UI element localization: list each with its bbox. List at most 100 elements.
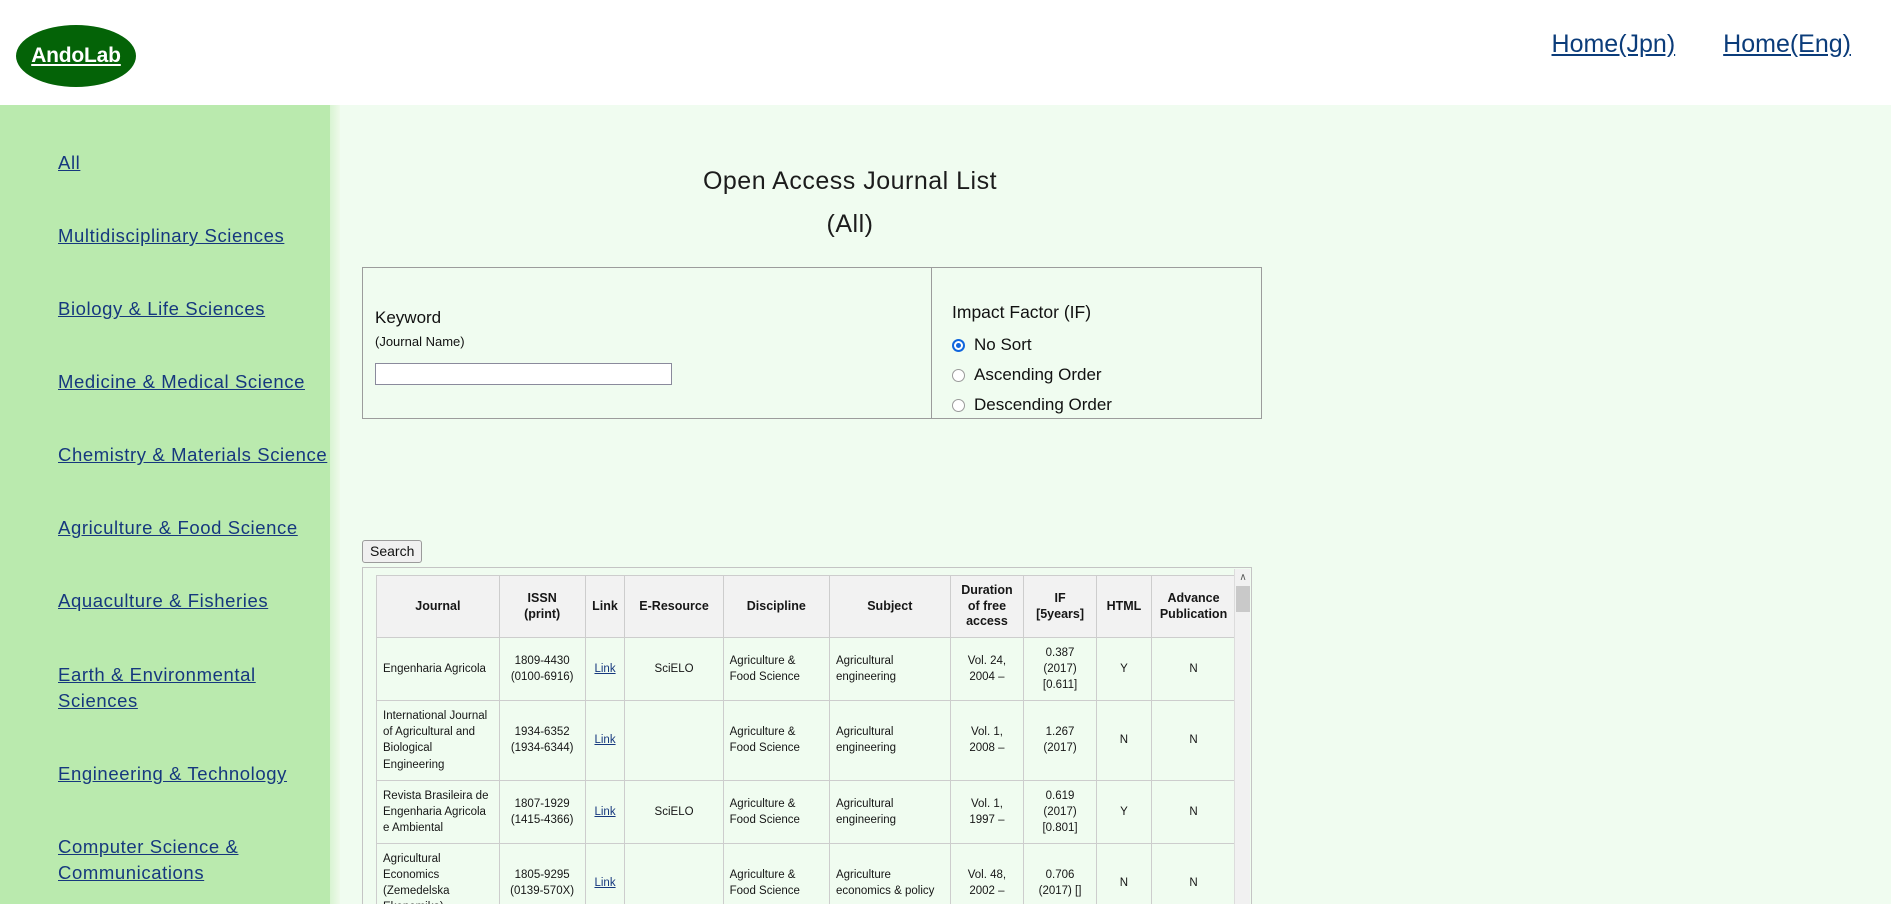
impact-factor-label: Impact Factor (IF) [952,302,1261,323]
column-header-if: IF [5years] [1024,576,1097,638]
sidebar-item-computer-science-communications[interactable]: Computer Science & Communications [58,834,340,886]
cell-journal: Engenharia Agricola [377,638,500,701]
sidebar-link-all[interactable]: All [58,152,80,173]
header-nav: Home(Jpn) Home(Eng) [1552,30,1851,59]
sidebar-item-engineering-technology[interactable]: Engineering & Technology [58,761,340,787]
cell-html: Y [1096,780,1151,843]
category-sidebar: All Multidisciplinary Sciences Biology &… [0,105,340,904]
cell-eresource [625,701,723,780]
cell-html: N [1096,701,1151,780]
header-link-home-eng[interactable]: Home(Eng) [1723,30,1851,59]
page-root: AndoLab Home(Jpn) Home(Eng) All Multidis… [0,0,1891,904]
cell-html: Y [1096,638,1151,701]
cell-link[interactable]: Link [585,843,625,904]
sort-option-descending[interactable]: Descending Order [952,392,1261,418]
journal-link[interactable]: Link [594,806,615,818]
column-header-journal: Journal [377,576,500,638]
column-header-if-line2: [5years] [1036,607,1084,621]
sidebar-item-all[interactable]: All [58,150,340,176]
sidebar-link-earth-environmental-sciences[interactable]: Earth & Environmental Sciences [58,664,256,711]
cell-journal: Revista Brasileira de Engenharia Agricol… [377,780,500,843]
cell-advance-publication: N [1152,843,1236,904]
sort-option-no-sort-label: No Sort [974,335,1032,355]
cell-if: 0.706(2017) [] [1024,843,1097,904]
cell-subject: Agriculturalengineering [829,701,950,780]
cell-if: 0.387(2017)[0.611] [1024,638,1097,701]
cell-link[interactable]: Link [585,701,625,780]
radio-no-sort[interactable] [952,339,965,352]
cell-eresource [625,843,723,904]
sidebar-link-aquaculture-fisheries[interactable]: Aquaculture & Fisheries [58,590,268,611]
column-header-html: HTML [1096,576,1151,638]
table-row: Agricultural Economics (Zemedelska Ekono… [377,843,1236,904]
table-vertical-scrollbar[interactable]: ∧ ∨ [1234,569,1250,904]
cell-eresource: SciELO [625,780,723,843]
sidebar-link-medicine-medical-science[interactable]: Medicine & Medical Science [58,371,305,392]
column-header-advance-line1: Advance [1167,591,1219,605]
keyword-input[interactable] [375,363,672,385]
radio-ascending-order[interactable] [952,369,965,382]
cell-link[interactable]: Link [585,638,625,701]
cell-discipline: Agriculture &Food Science [723,780,829,843]
sidebar-link-agriculture-food-science[interactable]: Agriculture & Food Science [58,517,298,538]
andolab-logo[interactable]: AndoLab [16,25,136,87]
column-header-subject: Subject [829,576,950,638]
cell-discipline: Agriculture &Food Science [723,843,829,904]
sidebar-item-biology-life-sciences[interactable]: Biology & Life Sciences [58,296,340,322]
cell-advance-publication: N [1152,780,1236,843]
cell-discipline: Agriculture &Food Science [723,638,829,701]
sidebar-item-medicine-medical-science[interactable]: Medicine & Medical Science [58,369,340,395]
column-header-eresource: E-Resource [625,576,723,638]
cell-eresource: SciELO [625,638,723,701]
journal-link[interactable]: Link [594,877,615,889]
radio-descending-order[interactable] [952,399,965,412]
journal-table-body: Engenharia Agricola1809-4430(0100-6916)L… [377,638,1236,904]
keyword-section: Keyword (Journal Name) [363,268,932,418]
cell-link[interactable]: Link [585,780,625,843]
sidebar-item-chemistry-materials-science[interactable]: Chemistry & Materials Science [58,442,340,468]
sidebar-link-computer-science-communications[interactable]: Computer Science & Communications [58,836,238,883]
keyword-sublabel: (Journal Name) [375,334,931,349]
column-header-discipline: Discipline [723,576,829,638]
column-header-duration: Duration of free access [950,576,1024,638]
column-header-link: Link [585,576,625,638]
site-header: AndoLab Home(Jpn) Home(Eng) [0,0,1891,105]
journal-link[interactable]: Link [594,734,615,746]
column-header-issn-line1: ISSN [528,591,557,605]
main-content: Open Access Journal List (All) Keyword (… [340,105,1891,904]
page-title-block: Open Access Journal List (All) [340,105,1360,240]
vertical-scroll-thumb[interactable] [1236,586,1250,612]
search-button[interactable]: Search [362,540,422,563]
sidebar-item-agriculture-food-science[interactable]: Agriculture & Food Science [58,515,340,541]
sidebar-item-aquaculture-fisheries[interactable]: Aquaculture & Fisheries [58,588,340,614]
header-link-home-jpn[interactable]: Home(Jpn) [1552,30,1676,59]
table-row: International Journal of Agricultural an… [377,701,1236,780]
sidebar-link-chemistry-materials-science[interactable]: Chemistry & Materials Science [58,444,327,465]
sidebar-item-earth-environmental-sciences[interactable]: Earth & Environmental Sciences [58,662,340,714]
logo-text: AndoLab [31,44,121,68]
journal-table: Journal ISSN (print) Link E-Resource Dis… [376,575,1236,904]
sort-option-ascending[interactable]: Ascending Order [952,362,1261,388]
column-header-advance-line2: Publication [1160,607,1227,621]
impact-factor-section: Impact Factor (IF) No Sort Ascending Ord… [932,268,1261,418]
journal-link[interactable]: Link [594,663,615,675]
keyword-label: Keyword [375,308,931,328]
search-panel: Keyword (Journal Name) Impact Factor (IF… [362,267,1262,419]
sort-option-ascending-label: Ascending Order [974,365,1102,385]
cell-advance-publication: N [1152,638,1236,701]
sidebar-link-engineering-technology[interactable]: Engineering & Technology [58,763,287,784]
cell-duration: Vol. 1,2008 – [950,701,1024,780]
table-header-row: Journal ISSN (print) Link E-Resource Dis… [377,576,1236,638]
column-header-duration-line1: Duration [961,583,1012,597]
column-header-advance-publication: Advance Publication [1152,576,1236,638]
scroll-up-arrow-icon[interactable]: ∧ [1235,569,1251,585]
sidebar-link-multidisciplinary-sciences[interactable]: Multidisciplinary Sciences [58,225,284,246]
sort-option-descending-label: Descending Order [974,395,1112,415]
sort-option-no-sort[interactable]: No Sort [952,332,1261,358]
cell-journal: International Journal of Agricultural an… [377,701,500,780]
cell-subject: Agriculturalengineering [829,780,950,843]
sidebar-link-biology-life-sciences[interactable]: Biology & Life Sciences [58,298,265,319]
sidebar-item-multidisciplinary-sciences[interactable]: Multidisciplinary Sciences [58,223,340,249]
cell-duration: Vol. 24,2004 – [950,638,1024,701]
page-subtitle: (All) [340,208,1360,241]
